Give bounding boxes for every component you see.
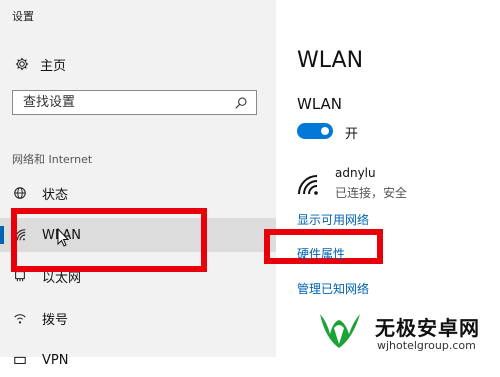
network-name[interactable]: adnylu: [335, 166, 376, 180]
dialup-icon: [12, 310, 28, 326]
search-icon[interactable]: [234, 95, 250, 111]
show-available-networks-link[interactable]: 显示可用网络: [297, 211, 369, 228]
wlan-heading: WLAN: [297, 95, 343, 113]
vpn-icon: [12, 352, 28, 368]
search-box[interactable]: [12, 90, 257, 115]
sidebar-item-home-label: 主页: [40, 58, 67, 74]
manage-known-networks-link[interactable]: 管理已知网络: [297, 280, 369, 297]
highlight-box-wlan: [11, 208, 207, 272]
network-status: 已连接，安全: [335, 186, 408, 200]
hardware-properties-link[interactable]: 硬件属性: [297, 245, 345, 262]
watermark-url: wjhotelgroup.com: [377, 339, 476, 352]
sidebar-item-status[interactable]: 状态: [0, 176, 276, 210]
toggle-knob: [321, 127, 329, 135]
sidebar-item-home[interactable]: 主页: [14, 54, 66, 74]
sidebar-item-label: 拨号: [42, 312, 69, 328]
sidebar-item-dialup[interactable]: 拨号: [0, 301, 276, 335]
search-input[interactable]: [13, 91, 233, 114]
watermark-logo-icon: [320, 314, 360, 348]
page-title: WLAN: [297, 48, 364, 73]
wifi-signal-icon: [297, 172, 323, 196]
globe-icon: [12, 185, 28, 201]
section-label-network: 网络和 Internet: [12, 153, 93, 166]
gear-icon: [14, 56, 30, 72]
watermark-name: 无极安卓网: [375, 316, 480, 340]
selection-indicator: [0, 226, 4, 244]
wlan-toggle[interactable]: [297, 123, 333, 139]
sidebar-item-label: 状态: [42, 187, 69, 203]
sidebar-item-label: VPN: [42, 352, 69, 368]
wlan-toggle-label: 开: [345, 127, 359, 142]
window-title: 设置: [12, 10, 34, 23]
mouse-cursor-icon: [57, 228, 70, 247]
sidebar-item-vpn[interactable]: VPN: [0, 343, 276, 377]
